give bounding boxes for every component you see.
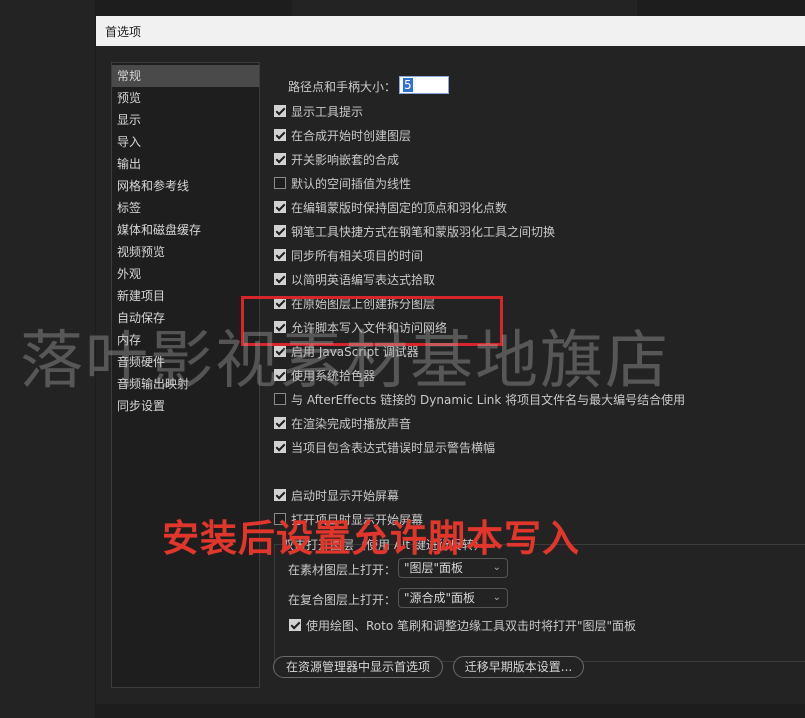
watermark: 落叶影视素材基地旗店 (20, 324, 670, 397)
option-label: 启动时显示开始屏幕 (291, 488, 400, 503)
option-label: 在合成开始时创建图层 (291, 128, 412, 143)
checkbox-icon[interactable] (274, 249, 286, 261)
handle-size-label: 路径点和手柄大小： (288, 80, 397, 94)
comp-open-value: "源合成"面板 (404, 591, 476, 605)
preference-option[interactable]: 当项目包含表达式错误时显示警告横幅 (274, 437, 495, 457)
checkbox-icon[interactable] (274, 201, 286, 213)
checkbox-icon[interactable] (274, 153, 286, 165)
chevron-down-icon: ⌄ (492, 592, 501, 603)
option-label: 以简明英语编写表达式拾取 (291, 272, 436, 287)
sidebar-item[interactable]: 外观 (112, 263, 259, 285)
checkbox-icon[interactable] (274, 225, 286, 237)
sidebar-item[interactable]: 新建项目 (112, 285, 259, 307)
checkbox-icon[interactable] (274, 105, 286, 117)
handle-size-input[interactable]: 5 (399, 76, 449, 94)
preference-option[interactable]: 默认的空间插值为线性 (274, 173, 411, 193)
checkbox-icon[interactable] (274, 441, 286, 453)
checkbox-icon[interactable] (289, 619, 301, 631)
option-label: 在编辑蒙版时保持固定的顶点和羽化点数 (291, 200, 508, 215)
comp-open-dropdown[interactable]: "源合成"面板 ⌄ (398, 588, 508, 608)
option-label: 在渲染完成时播放声音 (291, 416, 412, 431)
option-label: 默认的空间插值为线性 (291, 176, 412, 191)
option-label: 同步所有相关项目的时间 (291, 248, 424, 263)
paint-tools-option[interactable]: 使用绘图、Roto 笔刷和调整边缘工具双击时将打开"图层"面板 (289, 615, 636, 635)
sidebar-item[interactable]: 显示 (112, 109, 259, 131)
sidebar-item[interactable]: 常规 (112, 65, 259, 87)
sidebar-item[interactable]: 输出 (112, 153, 259, 175)
checkbox-icon[interactable] (274, 489, 286, 501)
preference-option[interactable]: 在合成开始时创建图层 (274, 125, 411, 145)
checkbox-icon[interactable] (274, 417, 286, 429)
preference-option[interactable]: 在渲染完成时播放声音 (274, 413, 411, 433)
preference-option[interactable]: 钢笔工具快捷方式在钢笔和蒙版羽化工具之间切换 (274, 221, 555, 241)
footage-open-value: "图层"面板 (404, 561, 464, 575)
footage-open-label: 在素材图层上打开： (288, 563, 397, 577)
sidebar-item[interactable]: 视频预览 (112, 241, 259, 263)
preference-option[interactable]: 启动时显示开始屏幕 (274, 485, 399, 505)
dialog-title: 首选项 (105, 25, 142, 39)
preference-option[interactable]: 同步所有相关项目的时间 (274, 245, 423, 265)
background-strip (292, 0, 637, 16)
handle-size-value: 5 (403, 78, 413, 92)
preference-option[interactable]: 在编辑蒙版时保持固定的顶点和羽化点数 (274, 197, 507, 217)
annotation-caption: 安装后设置允许脚本写入 (162, 517, 580, 560)
sidebar-item[interactable]: 网格和参考线 (112, 175, 259, 197)
checkbox-icon[interactable] (274, 273, 286, 285)
preference-option[interactable]: 开关影响嵌套的合成 (274, 149, 399, 169)
checkbox-icon[interactable] (274, 177, 286, 189)
option-label: 当项目包含表达式错误时显示警告横幅 (291, 440, 496, 455)
preference-option[interactable]: 以简明英语编写表达式拾取 (274, 269, 435, 289)
sidebar-item[interactable]: 标签 (112, 197, 259, 219)
title-bar: 首选项 (96, 16, 805, 46)
migrate-settings-button[interactable]: 迁移早期版本设置... (453, 656, 584, 678)
sidebar-item[interactable]: 导入 (112, 131, 259, 153)
sidebar-item[interactable]: 预览 (112, 87, 259, 109)
comp-open-label: 在复合图层上打开： (288, 593, 397, 607)
option-label: 钢笔工具快捷方式在钢笔和蒙版羽化工具之间切换 (291, 224, 556, 239)
sidebar-item[interactable]: 媒体和磁盘缓存 (112, 219, 259, 241)
checkbox-icon[interactable] (274, 129, 286, 141)
preference-option[interactable]: 显示工具提示 (274, 101, 363, 121)
option-label: 开关影响嵌套的合成 (291, 152, 400, 167)
reveal-preferences-button[interactable]: 在资源管理器中显示首选项 (273, 656, 443, 678)
option-label: 显示工具提示 (291, 104, 364, 119)
option-label: 使用绘图、Roto 笔刷和调整边缘工具双击时将打开"图层"面板 (306, 618, 637, 633)
